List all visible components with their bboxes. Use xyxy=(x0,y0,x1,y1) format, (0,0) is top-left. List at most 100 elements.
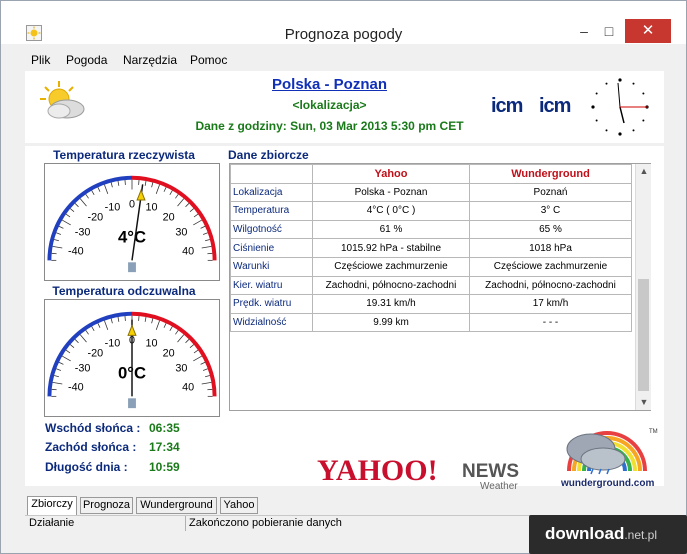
scroll-down-icon[interactable]: ▼ xyxy=(636,397,652,407)
real-gauge-tick xyxy=(201,245,212,249)
tab-yahoo[interactable]: Yahoo xyxy=(220,497,258,514)
scroll-up-icon[interactable]: ▲ xyxy=(636,166,652,176)
tab-wunderground[interactable]: Wunderground xyxy=(136,497,217,514)
table-row[interactable]: Prędk. wiatru 19.31 km/h 17 km/h xyxy=(230,294,632,314)
icm-logo-right[interactable]: icm xyxy=(539,95,571,118)
feel-gauge-tick xyxy=(155,320,160,330)
minimize-button[interactable]: – xyxy=(573,19,595,43)
menu-bar: Plik Pogoda Narzędzia Pomoc xyxy=(25,51,665,71)
row-label: Ciśnienie xyxy=(230,238,313,258)
grid-scrollbar[interactable]: ▲ ▼ xyxy=(635,164,651,410)
row-wu-value: 65 % xyxy=(469,219,632,240)
real-gauge-tick xyxy=(117,180,120,186)
row-label: Temperatura xyxy=(230,201,313,221)
feel-gauge-tick xyxy=(169,326,173,331)
download-watermark: download.net.pl xyxy=(529,515,687,554)
table-row[interactable]: Warunki Częściowe zachmurzenie Częściowe z… xyxy=(230,256,632,277)
real-temp-gauge: 4°C -40 -30 -20-10 0 10 2030 40 xyxy=(44,163,220,281)
feel-gauge-tick-label: 30 xyxy=(175,363,187,375)
row-yahoo-value: Zachodni, północno-zachodni xyxy=(312,275,470,296)
maximize-button[interactable]: □ xyxy=(598,19,620,43)
real-temp-value: 4°C xyxy=(118,228,146,247)
tab-zbiorczy[interactable]: Zbiorczy xyxy=(27,496,77,515)
feel-gauge-tick-label: -20 xyxy=(88,348,104,360)
watermark-suffix: .net.pl xyxy=(624,528,658,542)
feel-gauge-tick xyxy=(74,339,79,344)
row-wu-value: Częściowe zachmurzenie xyxy=(469,256,632,277)
menu-pomoc[interactable]: Pomoc xyxy=(190,53,227,67)
row-label: Warunki xyxy=(230,256,313,277)
table-row[interactable]: Lokalizacja Polska - Poznan Poznań xyxy=(230,182,632,203)
feel-gauge-tick-label: -30 xyxy=(75,363,91,375)
menu-narzedzia[interactable]: Narzędzia xyxy=(123,53,177,67)
header-wunderground[interactable]: Wunderground xyxy=(469,164,632,184)
table-row[interactable]: Widzialność 9.99 km - - - xyxy=(230,312,632,333)
location-link[interactable]: Polska - Poznan xyxy=(25,76,634,93)
data-timestamp: Dane z godziny: Sun, 03 Mar 2013 5:30 pm… xyxy=(195,119,464,133)
real-gauge-tick xyxy=(69,208,75,212)
real-temp-title: Temperatura rzeczywista xyxy=(53,148,195,162)
daylength-label: Długość dnia : xyxy=(45,460,128,474)
icm-logo-left[interactable]: icm xyxy=(491,95,523,118)
feel-gauge-tick xyxy=(61,355,71,362)
yahoo-weather-text: Weather xyxy=(480,481,518,491)
menu-plik[interactable]: Plik xyxy=(31,53,50,67)
sunrise-label: Wschód słońca : xyxy=(45,421,141,435)
feel-gauge-tick-label: 40 xyxy=(182,381,194,393)
header-corner xyxy=(230,164,313,184)
row-wu-value: - - - xyxy=(469,312,632,333)
row-yahoo-value: Częściowe zachmurzenie xyxy=(312,256,470,277)
feel-gauge-tick xyxy=(117,316,120,322)
table-row[interactable]: Temperatura 4°C ( 0°C ) 3° C xyxy=(230,201,632,221)
feel-gauge-tick xyxy=(201,381,212,385)
real-gauge-tick-label: 30 xyxy=(175,227,187,239)
real-gauge-tick xyxy=(61,219,71,226)
summary-grid[interactable]: Yahoo Wunderground Lokalizacja Polska - P… xyxy=(229,163,651,411)
header-yahoo[interactable]: Yahoo xyxy=(312,164,470,184)
clock-hour-mark xyxy=(618,78,622,82)
row-label: Kier. wiatru xyxy=(230,275,313,296)
feel-gauge-tick xyxy=(175,330,179,335)
real-gauge-tick xyxy=(205,239,210,242)
row-wu-value: 3° C xyxy=(469,201,632,221)
feel-gauge-needle-base xyxy=(128,398,136,409)
feel-gauge-tick xyxy=(151,318,154,324)
real-gauge-tick xyxy=(65,213,71,218)
status-left: Działanie xyxy=(29,517,75,529)
real-gauge-tick xyxy=(151,182,154,188)
real-gauge-tick-label: -20 xyxy=(88,212,104,224)
svg-text:TM: TM xyxy=(649,429,658,435)
scroll-thumb[interactable] xyxy=(638,279,649,391)
close-button[interactable]: ✕ xyxy=(625,19,671,43)
real-gauge-tick xyxy=(193,219,203,226)
status-right: Zakończono pobieranie danych xyxy=(189,517,342,529)
app-window: Prognoza pogody – □ ✕ Plik Pogoda Narzęd… xyxy=(0,0,687,554)
wunderground-logo[interactable]: TM wunderground.com xyxy=(549,421,659,491)
sunrise-value: 06:35 xyxy=(149,421,180,435)
row-label: Widzialność xyxy=(230,312,313,333)
feel-gauge-tick-label: -40 xyxy=(68,381,84,393)
table-row[interactable]: Wilgotność 61 % 65 % xyxy=(230,219,632,240)
real-gauge-tick xyxy=(185,203,190,208)
summary-panel: Dane zbiorcze Yahoo Wunderground Lokaliz… xyxy=(223,146,664,491)
feel-gauge-tick xyxy=(97,323,101,328)
yahoo-news-logo[interactable]: YAHOO! NEWS Weather xyxy=(315,451,530,491)
real-gauge-tick-label: 20 xyxy=(163,212,175,224)
menu-pogoda[interactable]: Pogoda xyxy=(66,53,107,67)
clock-hour-mark xyxy=(632,129,635,132)
row-yahoo-value: Polska - Poznan xyxy=(312,182,470,203)
summary-table: Yahoo Wunderground Lokalizacja Polska - P… xyxy=(230,164,632,333)
table-row[interactable]: Ciśnienie 1015.92 hPa - stabilne 1018 hPa xyxy=(230,238,632,258)
summary-title: Dane zbiorcze xyxy=(228,148,309,162)
table-body: Lokalizacja Polska - Poznan Poznań Temperat… xyxy=(230,182,632,333)
feel-gauge-tick xyxy=(163,323,167,328)
row-wu-value: Zachodni, północno-zachodni xyxy=(469,275,632,296)
clock-hour-mark xyxy=(591,105,595,109)
table-row[interactable]: Kier. wiatru Zachodni, północno-zachodni Z… xyxy=(230,275,632,296)
tab-prognoza[interactable]: Prognoza xyxy=(80,497,133,514)
real-gauge-tick xyxy=(189,208,195,212)
feel-gauge-tick xyxy=(189,344,195,348)
title-bar[interactable]: Prognoza pogody – □ ✕ xyxy=(1,1,686,44)
header-panel: Polska - Poznan <lokalizacja> Dane z god… xyxy=(25,71,664,143)
feel-gauge-tick xyxy=(65,349,71,354)
